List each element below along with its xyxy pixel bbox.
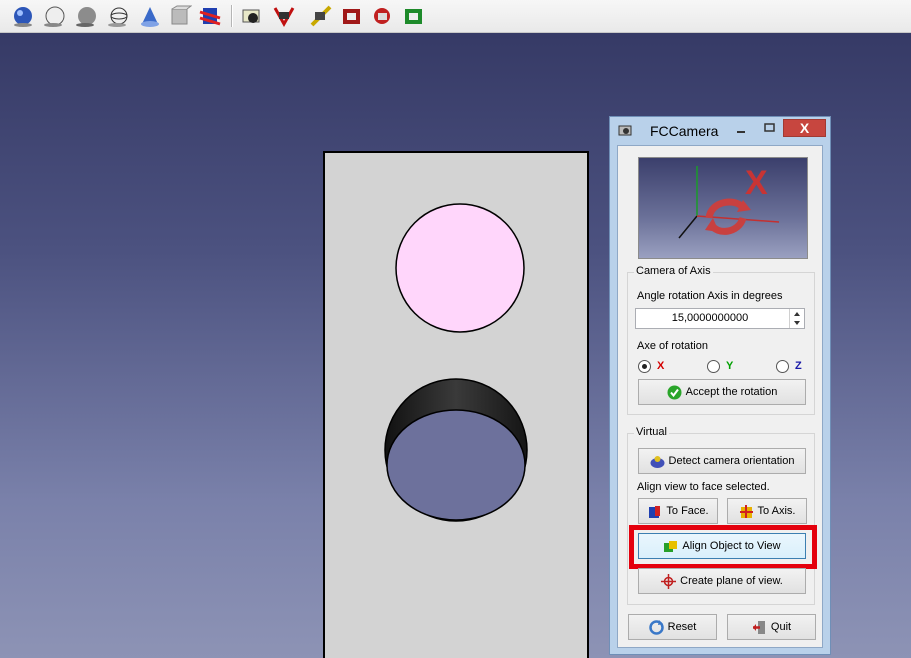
reset-button[interactable]: Reset: [628, 614, 717, 640]
to-face-button[interactable]: To Face.: [638, 498, 718, 524]
rotation-preview-image: X: [638, 157, 808, 259]
radio-x-dot: [642, 364, 647, 369]
radio-y[interactable]: [707, 360, 720, 373]
spin-arrows[interactable]: [789, 309, 804, 328]
view-no-shading-icon[interactable]: [74, 4, 98, 28]
view-shaded-icon[interactable]: [10, 4, 34, 28]
create-plane-of-view-label: Create plane of view.: [680, 575, 783, 587]
crosshair-icon: [661, 573, 677, 589]
radio-z-label: Z: [795, 360, 802, 372]
camera-view-icon[interactable]: [241, 4, 265, 28]
to-axis-label: To Axis.: [757, 505, 796, 517]
detect-camera-orientation-button[interactable]: Detect camera orientation: [638, 448, 806, 474]
reset-icon: [648, 619, 664, 635]
radio-x-label: X: [657, 360, 665, 372]
bore-opening: [386, 409, 526, 521]
camera-detect-icon: [650, 454, 665, 469]
check-icon: [667, 385, 682, 400]
accept-rotation-label: Accept the rotation: [685, 386, 778, 398]
axe-of-rotation-label: Axe of rotation: [637, 340, 708, 352]
create-plane-of-view-button[interactable]: Create plane of view.: [638, 568, 806, 594]
clipping-icon[interactable]: [340, 4, 364, 28]
reset-label: Reset: [667, 621, 697, 633]
align-view-label: Align view to face selected.: [637, 481, 770, 493]
quit-icon: [752, 620, 767, 635]
angle-rotation-label: Angle rotation Axis in degrees: [637, 290, 783, 302]
view-flat-lines-icon[interactable]: [42, 4, 66, 28]
angle-spinbox[interactable]: 15,0000000000: [635, 308, 805, 329]
section-icon[interactable]: [371, 4, 395, 28]
radio-z[interactable]: [776, 360, 789, 373]
radio-x[interactable]: [638, 360, 651, 373]
virtual-title: Virtual: [634, 426, 669, 438]
measure-icon[interactable]: [309, 4, 333, 28]
quit-button[interactable]: Quit: [727, 614, 816, 640]
dialog-titlebar[interactable]: FCCamera X: [610, 117, 830, 143]
minimize-button[interactable]: [728, 119, 754, 137]
to-axis-button[interactable]: To Axis.: [727, 498, 807, 524]
fccamera-dialog: FCCamera X X Camera of Axis Angle rotati…: [609, 116, 831, 655]
maximize-button[interactable]: [756, 119, 782, 137]
camera-icon: [618, 123, 634, 137]
view-hidden-line-icon[interactable]: [168, 4, 193, 28]
snapshot-icon[interactable]: [402, 4, 426, 28]
highlight-box: [629, 525, 817, 569]
camera-axis-icon[interactable]: [272, 4, 296, 28]
view-stereo-icon[interactable]: [198, 4, 222, 28]
face-icon: [647, 504, 662, 519]
accept-rotation-button[interactable]: Accept the rotation: [638, 379, 806, 405]
radio-y-label: Y: [726, 360, 734, 372]
camera-of-axis-title: Camera of Axis: [634, 265, 713, 277]
view-wireframe-icon[interactable]: [106, 4, 130, 28]
toolbar-separator: [231, 5, 233, 27]
toolbar: [0, 0, 911, 33]
axis-icon: [739, 504, 754, 519]
hole-face: [395, 203, 525, 333]
quit-label: Quit: [770, 621, 792, 633]
to-face-label: To Face.: [666, 505, 709, 517]
close-button[interactable]: X: [783, 119, 826, 137]
dialog-content: X Camera of Axis Angle rotation Axis in …: [617, 145, 823, 648]
preview-axis-letter: X: [745, 164, 768, 202]
dialog-title: FCCamera: [650, 123, 719, 139]
angle-value: 15,0000000000: [671, 312, 749, 324]
view-points-icon[interactable]: [138, 4, 162, 28]
detect-camera-orientation-label: Detect camera orientation: [668, 455, 795, 467]
